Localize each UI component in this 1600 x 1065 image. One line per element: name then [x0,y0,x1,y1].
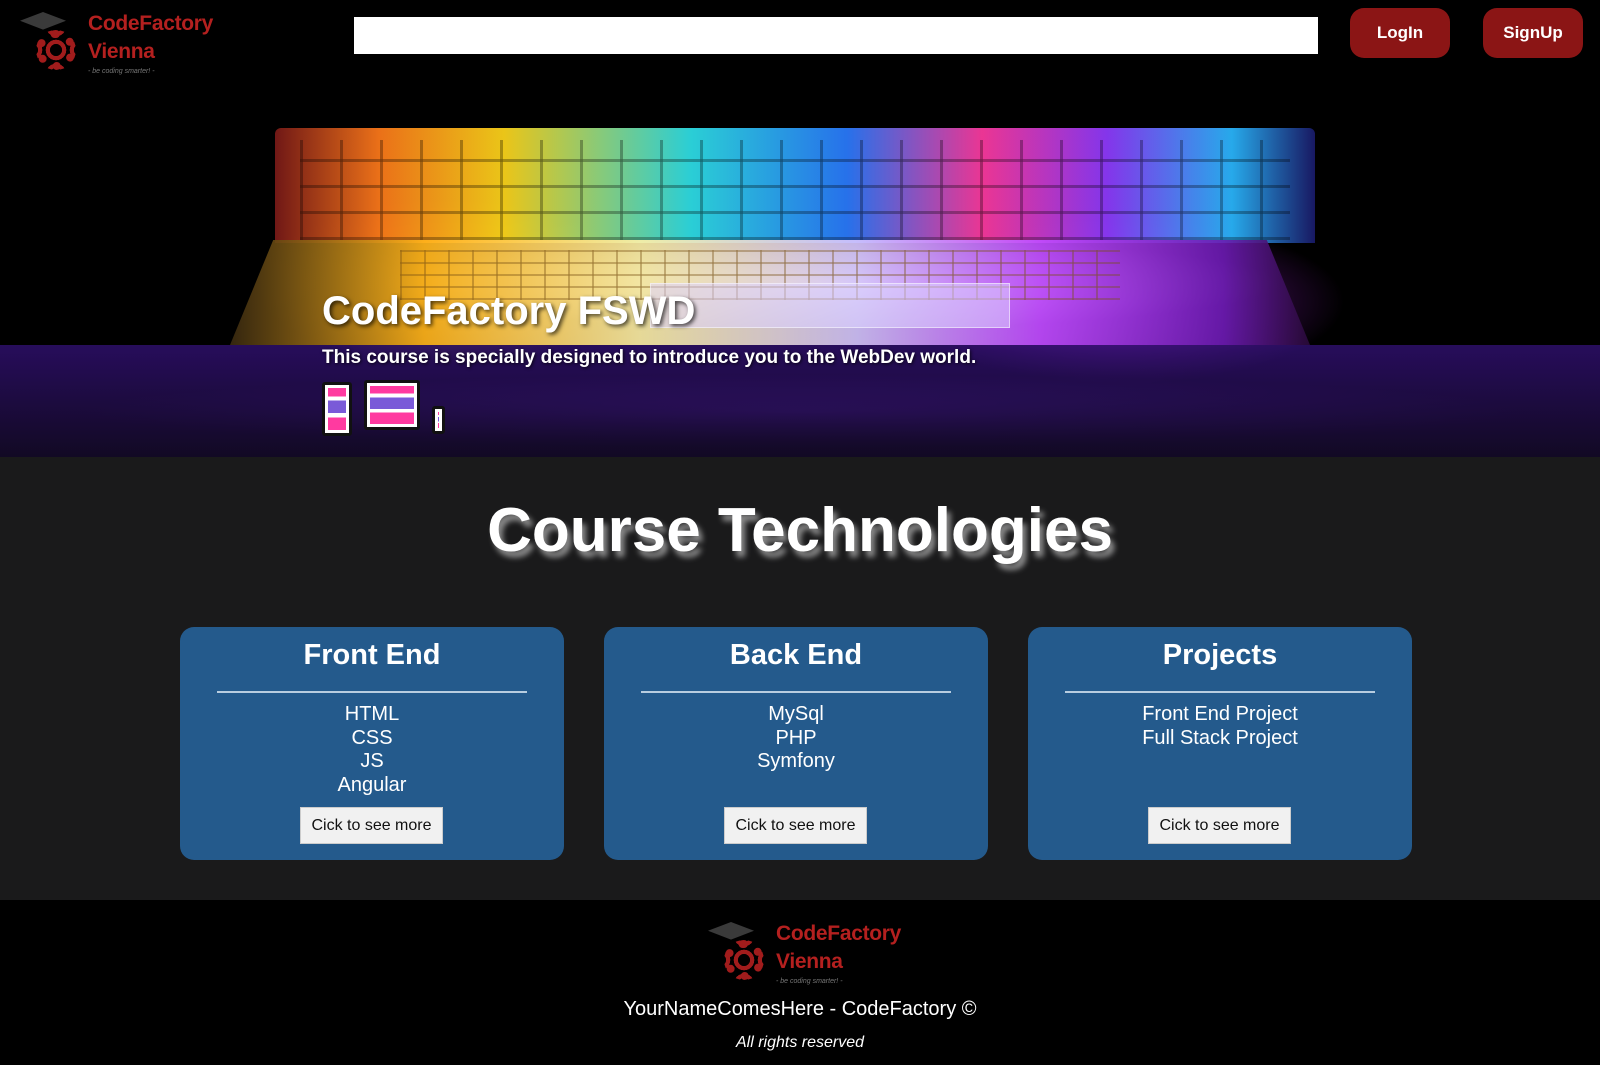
card-title: Front End [303,639,441,671]
list-item: Full Stack Project [1142,726,1298,749]
gear-icon [724,940,764,980]
card-divider [1065,691,1375,693]
card-divider [217,691,527,693]
card-tech-list: Front End Project Full Stack Project [1028,703,1412,750]
list-item: Front End Project [1142,703,1298,725]
footer-rights: All rights reserved [735,1034,865,1051]
course-card-projects: Projects Front End Project Full Stack Pr… [1028,627,1412,860]
logo-line1: CodeFactory [776,922,902,945]
footer-logo: CodeFactory Vienna - be coding smarter! … [708,918,918,986]
logo-line2: Vienna [776,950,843,973]
card-title: Back End [729,639,863,671]
hero-subtitle: This course is specially designed to int… [322,347,977,368]
list-item: HTML [344,703,400,725]
signup-button[interactable]: SignUp [1483,8,1583,58]
footer-copyright: YourNameComesHere - CodeFactory © [623,998,977,1020]
gear-icon [36,30,76,70]
card-tech-list: HTML CSS JS Angular [180,703,564,797]
tablet-icon [322,382,352,436]
card-tech-list: MySql PHP Symfony [604,703,988,774]
hero-title: CodeFactory FSWD [322,289,696,333]
course-card-front-end: Front End HTML CSS JS Angular Cick to se… [180,627,564,860]
list-item: MySql [768,703,824,725]
list-item: Angular [337,773,407,796]
phone-icon [432,406,445,434]
see-more-button[interactable]: Cick to see more [300,807,443,844]
list-item: PHP [775,726,817,749]
hero-banner [0,0,1600,457]
login-button[interactable]: LogIn [1350,8,1450,58]
header-logo[interactable]: CodeFactory Vienna - be coding smarter! … [20,8,230,76]
laptop-trackpad-image [650,283,1010,328]
card-divider [641,691,951,693]
list-item: JS [360,750,384,772]
search-input[interactable] [354,17,1318,54]
card-title: Projects [1162,639,1278,671]
logo-tagline: - be coding smarter! - [88,68,155,75]
section-title: Course Technologies [487,496,1113,565]
see-more-button[interactable]: Cick to see more [1148,807,1291,844]
logo-line1: CodeFactory [88,12,214,35]
see-more-button[interactable]: Cick to see more [724,807,867,844]
logo-text: CodeFactory Vienna [776,920,901,976]
logo-text: CodeFactory Vienna [88,10,213,66]
desktop-icon [364,380,420,430]
list-item: CSS [351,726,393,749]
course-card-back-end: Back End MySql PHP Symfony Cick to see m… [604,627,988,860]
responsive-devices-image [322,380,452,436]
logo-line2: Vienna [88,40,155,63]
list-item: Symfony [757,750,835,772]
logo-tagline: - be coding smarter! - [776,978,843,985]
laptop-keys-image [300,140,1290,240]
